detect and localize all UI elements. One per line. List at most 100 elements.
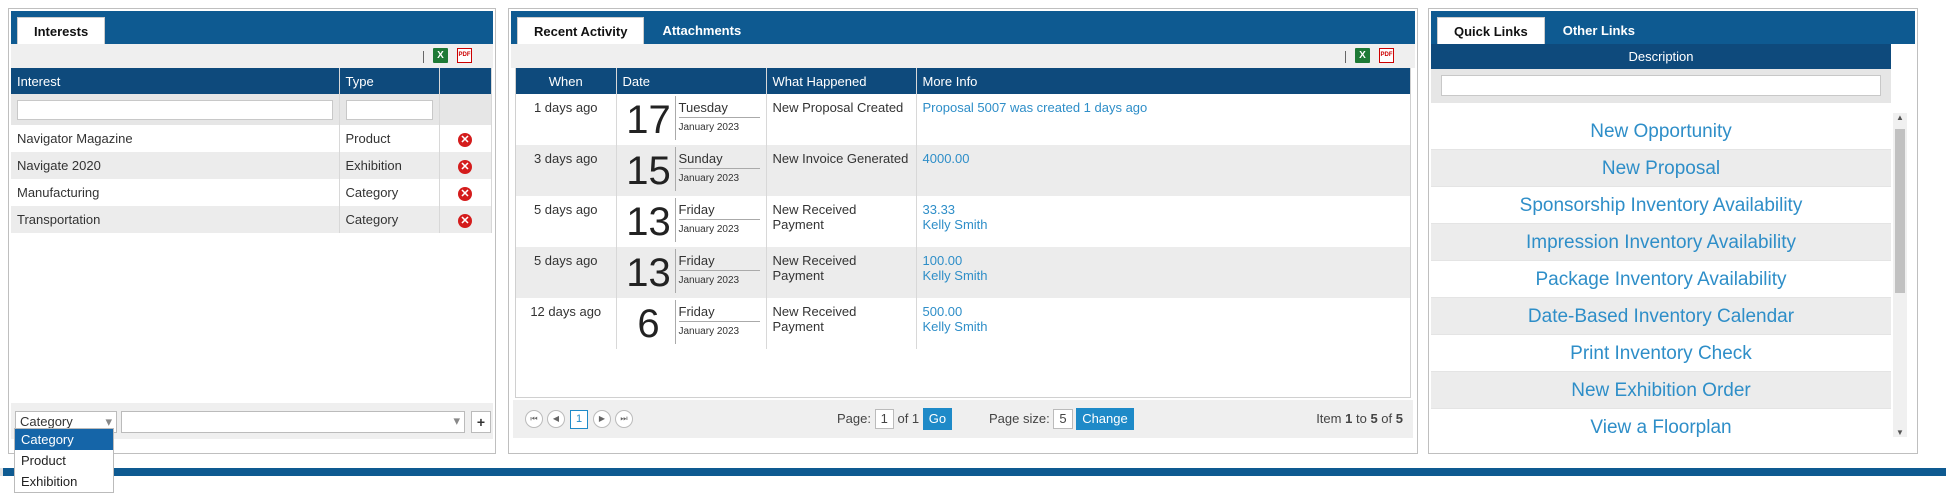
interest-select[interactable]: ▾ (121, 411, 465, 433)
when-cell: 5 days ago (516, 247, 617, 298)
item-to: 5 (1370, 411, 1378, 426)
item-of-label: of (1381, 411, 1393, 426)
activity-pager: ⏮ ◀ 1 ▶ ⏭ Page: 1 of 1 Go Page size: 5 C… (513, 400, 1413, 438)
item-range: Item 1 to 5 of 5 (1316, 408, 1403, 430)
month-year-label: January 2023 (678, 122, 740, 133)
column-header-actions (439, 68, 492, 94)
scroll-up-icon[interactable]: ▲ (1896, 113, 1904, 122)
column-header-more-info[interactable]: More Info (916, 68, 1410, 94)
table-row: 5 days ago 13 Friday January 2023 New Re… (516, 247, 1410, 298)
contact-link[interactable]: Kelly Smith (923, 217, 1406, 232)
more-info-link[interactable]: 33.33 (923, 202, 1406, 217)
tab-quick-links[interactable]: Quick Links (1437, 17, 1545, 44)
day-number: 6 (637, 302, 660, 346)
quick-link-item[interactable]: Impression Inventory Availability (1431, 224, 1891, 261)
column-header-what-happened[interactable]: What Happened (766, 68, 917, 94)
quick-link-item[interactable]: Date-Based Inventory Calendar (1431, 298, 1891, 335)
more-info-link[interactable]: 500.00 (923, 304, 1406, 319)
more-info-link[interactable]: 100.00 (923, 253, 1406, 268)
interests-tabbar: Interests (11, 11, 493, 44)
month-year-label: January 2023 (678, 173, 740, 184)
contact-link[interactable]: Kelly Smith (923, 319, 1406, 334)
column-header-date[interactable]: Date (616, 68, 767, 94)
quick-link-item[interactable]: View a Floorplan (1431, 409, 1891, 441)
type-filter-input[interactable] (345, 99, 433, 120)
day-number: 13 (626, 251, 671, 295)
first-page-icon[interactable]: ⏮ (525, 410, 543, 428)
scrollbar-thumb[interactable] (1895, 129, 1905, 293)
activity-table: When Date What Happened More Info 1 days… (516, 68, 1410, 349)
month-year-label: January 2023 (678, 275, 740, 286)
what-happened-cell: New Received Payment (766, 247, 917, 298)
column-header-interest[interactable]: Interest (11, 68, 340, 94)
contact-link[interactable]: Kelly Smith (923, 268, 1406, 283)
activity-toolbar: X PDF (511, 44, 1415, 68)
date-cell: 15 Sunday January 2023 (616, 145, 767, 196)
next-page-icon[interactable]: ▶ (593, 410, 611, 428)
weekday-label: Sunday (678, 151, 760, 169)
page-size-input[interactable]: 5 (1053, 409, 1073, 429)
quick-link-item[interactable]: New Exhibition Order (1431, 372, 1891, 409)
chevron-down-icon: ▾ (453, 413, 460, 428)
type-select-value: Category (20, 414, 73, 429)
type-cell: Exhibition (339, 152, 440, 179)
prev-page-icon[interactable]: ◀ (547, 410, 565, 428)
activity-panel: Recent Activity Attachments X PDF When D… (508, 8, 1418, 454)
tab-interests[interactable]: Interests (17, 17, 106, 44)
links-scrollbar[interactable]: ▲ ▼ (1893, 113, 1907, 437)
more-info-link[interactable]: Proposal 5007 was created 1 days ago (923, 100, 1406, 115)
weekday-label: Friday (678, 202, 760, 220)
page-input[interactable]: 1 (874, 409, 894, 429)
add-interest-button[interactable]: + (471, 411, 491, 433)
column-header-when[interactable]: When (516, 68, 617, 94)
table-row: Navigator Magazine Product ✕ (11, 125, 492, 152)
link-filter-input[interactable] (1441, 75, 1881, 96)
dropdown-option-category[interactable]: Category (15, 429, 113, 450)
links-tabbar: Quick Links Other Links (1431, 11, 1915, 44)
excel-export-icon[interactable]: X (433, 48, 448, 63)
more-info-cell: 500.00 Kelly Smith (916, 298, 1410, 349)
interest-filter-input[interactable] (17, 99, 333, 120)
interest-cell: Navigator Magazine (11, 125, 340, 152)
page-number-current[interactable]: 1 (570, 410, 588, 429)
dropdown-option-product[interactable]: Product (15, 450, 113, 471)
filter-cell-interest (11, 94, 340, 125)
weekday-label: Friday (678, 253, 760, 271)
pdf-export-icon[interactable]: PDF (1379, 48, 1394, 63)
tab-attachments[interactable]: Attachments (646, 17, 757, 44)
last-page-icon[interactable]: ⏭ (615, 410, 633, 428)
when-cell: 1 days ago (516, 94, 617, 145)
links-list: New Opportunity New Proposal Sponsorship… (1431, 113, 1891, 441)
filter-cell-empty (439, 94, 492, 125)
dropdown-option-exhibition[interactable]: Exhibition (15, 471, 113, 492)
column-header-type[interactable]: Type (339, 68, 440, 94)
delete-icon[interactable]: ✕ (458, 213, 472, 228)
scroll-down-icon[interactable]: ▼ (1896, 428, 1904, 437)
go-button[interactable]: Go (922, 408, 953, 430)
when-cell: 3 days ago (516, 145, 617, 196)
type-cell: Category (339, 206, 440, 233)
delete-icon[interactable]: ✕ (458, 186, 472, 201)
day-number: 17 (626, 98, 671, 142)
excel-export-icon[interactable]: X (1355, 48, 1370, 63)
quick-link-item[interactable]: Print Inventory Check (1431, 335, 1891, 372)
tab-recent-activity[interactable]: Recent Activity (517, 17, 645, 44)
what-happened-cell: New Proposal Created (766, 94, 917, 145)
delete-icon[interactable]: ✕ (458, 132, 472, 147)
quick-link-item[interactable]: Package Inventory Availability (1431, 261, 1891, 298)
what-happened-cell: New Received Payment (766, 196, 917, 247)
date-cell: 13 Friday January 2023 (616, 196, 767, 247)
quick-link-item[interactable]: New Proposal (1431, 150, 1891, 187)
more-info-link[interactable]: 4000.00 (923, 151, 1406, 166)
date-detail: Friday January 2023 (674, 249, 760, 293)
change-button[interactable]: Change (1076, 408, 1134, 430)
tab-other-links[interactable]: Other Links (1547, 17, 1651, 44)
table-row: Transportation Category ✕ (11, 206, 492, 233)
pdf-export-icon[interactable]: PDF (457, 48, 472, 63)
quick-link-item[interactable]: Sponsorship Inventory Availability (1431, 187, 1891, 224)
delete-icon[interactable]: ✕ (458, 159, 472, 174)
page-size-label: Page size: (989, 411, 1050, 426)
quick-link-item[interactable]: New Opportunity (1431, 113, 1891, 150)
date-cell: 6 Friday January 2023 (616, 298, 767, 349)
interests-toolbar: X PDF (11, 44, 493, 68)
